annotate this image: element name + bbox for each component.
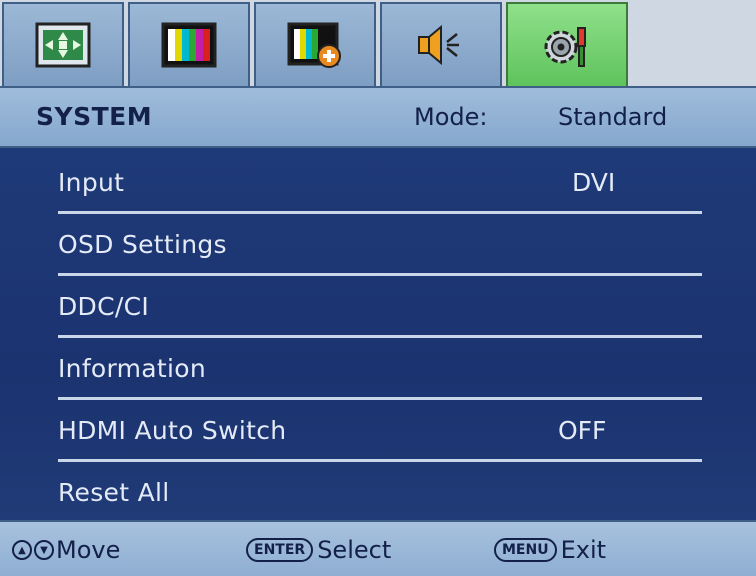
page-title: SYSTEM xyxy=(36,102,153,131)
menu-item-hdmi-auto-switch[interactable]: HDMI Auto Switch OFF xyxy=(58,400,702,462)
up-arrow-icon: ▲ xyxy=(12,540,32,560)
move-hint: ▲ ▼ Move xyxy=(12,536,120,564)
tab-color[interactable] xyxy=(128,2,250,86)
menu-item-input[interactable]: Input DVI xyxy=(58,152,702,214)
menu-item-label: Reset All xyxy=(58,478,170,507)
menu-item-label: Input xyxy=(58,168,125,197)
menu-item-value: DVI xyxy=(572,168,616,197)
system-settings-icon xyxy=(544,27,586,67)
tab-picture-position[interactable] xyxy=(2,2,124,86)
select-label: Select xyxy=(317,536,392,564)
move-label: Move xyxy=(56,536,121,564)
menu-item-label: DDC/CI xyxy=(58,292,150,321)
menu-key-icon: MENU xyxy=(494,538,557,562)
system-menu: Input DVI OSD Settings DDC/CI Informatio… xyxy=(0,148,756,520)
control-hints: ▲ ▼ Move ENTER Select MENU Exit xyxy=(0,520,756,576)
menu-header: SYSTEM Mode: Standard xyxy=(0,86,756,148)
menu-item-label: OSD Settings xyxy=(58,230,227,259)
enter-key-icon: ENTER xyxy=(246,538,314,562)
menu-item-value: OFF xyxy=(558,416,607,445)
menu-item-label: Information xyxy=(58,354,207,383)
menu-item-information[interactable]: Information xyxy=(58,338,702,400)
tab-system[interactable] xyxy=(506,2,628,90)
exit-label: Exit xyxy=(560,536,607,564)
menu-item-reset-all[interactable]: Reset All xyxy=(58,462,702,524)
audio-speaker-icon xyxy=(418,24,459,66)
select-hint: ENTER Select xyxy=(246,536,391,564)
down-arrow-icon: ▼ xyxy=(34,540,54,560)
menu-item-ddc-ci[interactable]: DDC/CI xyxy=(58,276,702,338)
color-bars-icon xyxy=(161,22,217,68)
picture-advanced-icon xyxy=(287,22,341,68)
osd-window: SYSTEM Mode: Standard Input DVI OSD Sett… xyxy=(0,0,756,576)
tab-picture-advanced[interactable] xyxy=(254,2,376,86)
exit-hint: MENU Exit xyxy=(494,536,606,564)
tab-audio[interactable] xyxy=(380,2,502,86)
menu-item-label: HDMI Auto Switch xyxy=(58,416,287,445)
tab-bar xyxy=(0,0,756,90)
mode-value: Standard xyxy=(558,103,668,131)
menu-item-osd-settings[interactable]: OSD Settings xyxy=(58,214,702,276)
picture-position-icon xyxy=(35,22,91,68)
mode-label: Mode: xyxy=(414,103,488,131)
